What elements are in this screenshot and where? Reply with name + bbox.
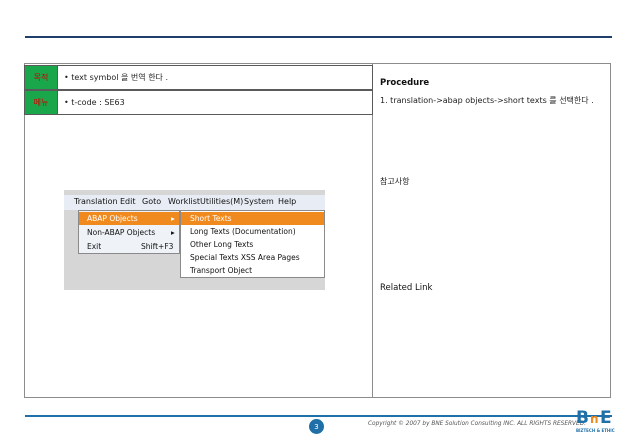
logo-subtitle: BIZTECH & ETHIC [576,428,615,433]
related-link-heading: Related Link [380,283,433,293]
translation-dropdown: ABAP Objects ▸ Non-ABAP Objects ▸ Exit S… [78,210,180,254]
procedure-title: Procedure [380,78,430,88]
top-divider [25,36,612,38]
menu-item-other-long-texts[interactable]: Other Long Texts [181,238,324,251]
menu-item-transport-object[interactable]: Transport Object [181,264,324,277]
menu-translation[interactable]: Translation [74,197,118,206]
menu-item-special-texts[interactable]: Special Texts XSS Area Pages [181,251,324,264]
abap-objects-submenu: Short Texts Long Texts (Documentation) O… [180,210,325,278]
menu-item-exit[interactable]: Exit Shift+F3 [79,240,179,253]
svg-text:E: E [600,408,612,428]
svg-text:B: B [576,408,589,428]
menu-goto[interactable]: Goto [142,197,161,206]
menu-label: 메뉴 [24,90,58,115]
footer-divider [25,415,612,417]
svg-text:n: n [590,412,599,426]
menu-help[interactable]: Help [278,197,296,206]
purpose-value: • text symbol 을 번역 한다 . [58,65,373,90]
menu-utilities[interactable]: Utilities(M) [200,197,243,206]
menu-item-long-texts[interactable]: Long Texts (Documentation) [181,225,324,238]
menu-worklist[interactable]: Worklist [168,197,200,206]
menu-item-abap-objects[interactable]: ABAP Objects ▸ [79,212,179,225]
menu-item-short-texts[interactable]: Short Texts [181,212,324,225]
page-number-badge: 3 [309,419,324,434]
submenu-arrow-icon: ▸ [171,228,175,237]
bne-logo: B n E BIZTECH & ETHIC [574,405,626,435]
procedure-step: 1. translation->abap objects->short text… [380,96,594,105]
menu-item-non-abap-objects[interactable]: Non-ABAP Objects ▸ [79,226,179,239]
reference-heading: 참고사항 [380,177,410,186]
menu-value: • t-code : SE63 [58,90,373,115]
copyright-text: Copyright © 2007 by BNE Solution Consult… [368,421,586,427]
sap-menubar: Translation Edit Goto Worklist Utilities… [64,195,325,210]
menu-system[interactable]: System [244,197,274,206]
menu-edit[interactable]: Edit [120,197,136,206]
purpose-label: 목적 [24,65,58,90]
submenu-arrow-icon: ▸ [171,214,175,223]
